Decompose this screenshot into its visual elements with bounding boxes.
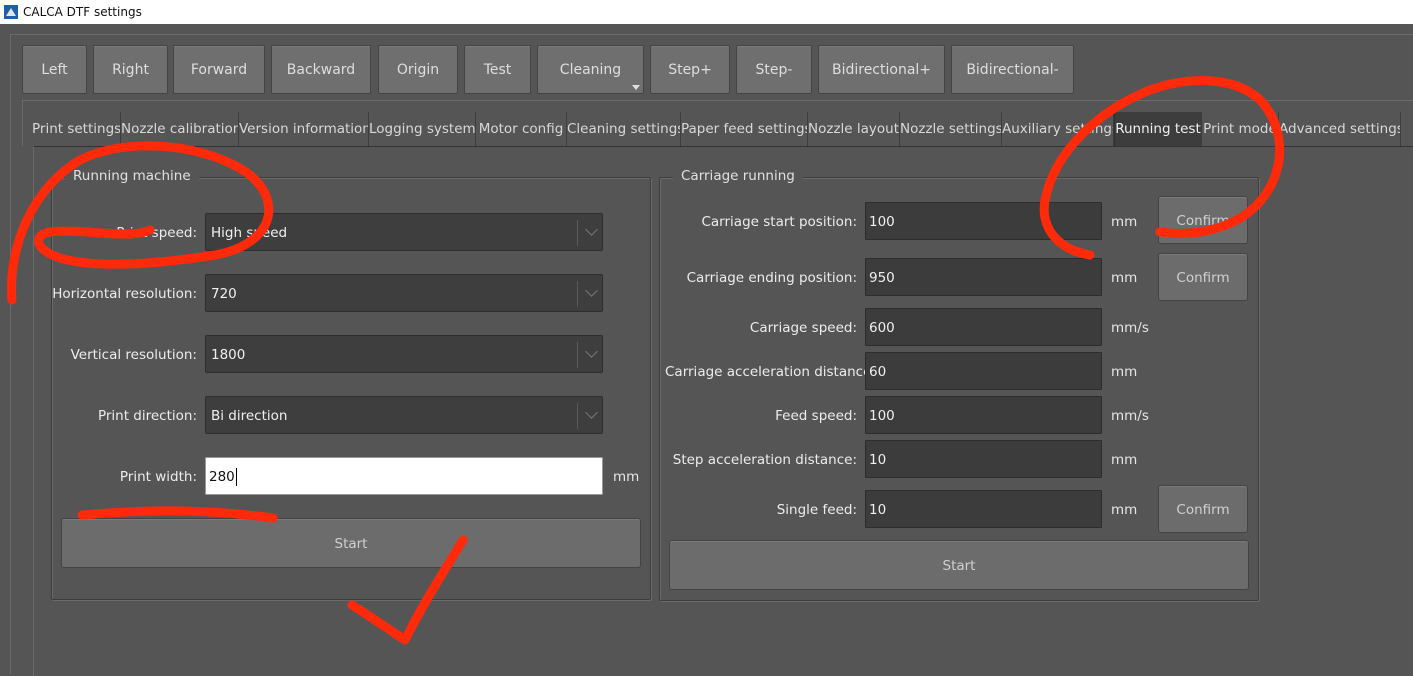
tab-nozzle-settings[interactable]: Nozzle settings <box>900 112 1002 146</box>
carriage-start-confirm-button[interactable]: Confirm <box>1158 196 1248 244</box>
tab-nozzle-layout[interactable]: Nozzle layout <box>808 112 900 146</box>
running-machine-title: Running machine <box>65 168 199 184</box>
vertical-resolution-label: Vertical resolution: <box>70 347 197 363</box>
carriage-speed-label: Carriage speed: <box>749 320 857 336</box>
tab-nozzle-calibration[interactable]: Nozzle calibration <box>121 112 239 146</box>
chevron-down-icon <box>585 223 598 236</box>
print-speed-label: Print speed: <box>116 225 197 241</box>
carriage-ending-confirm-button[interactable]: Confirm <box>1158 253 1248 301</box>
tab-motor-config[interactable]: Motor config <box>476 112 567 146</box>
chevron-down-icon <box>585 345 598 358</box>
text-caret <box>235 468 237 486</box>
backward-button[interactable]: Backward <box>271 45 371 94</box>
carriage-ending-position-input[interactable]: 950 <box>865 258 1102 296</box>
step-minus-button[interactable]: Step- <box>736 45 812 94</box>
vertical-resolution-value: 1800 <box>211 347 246 363</box>
carriage-acceleration-distance-unit: mm <box>1111 364 1138 380</box>
cleaning-button[interactable]: Cleaning <box>537 45 644 94</box>
step-plus-button[interactable]: Step+ <box>650 45 730 94</box>
carriage-speed-unit: mm/s <box>1111 320 1149 336</box>
feed-speed-input[interactable]: 100 <box>865 396 1102 434</box>
left-button[interactable]: Left <box>22 45 87 94</box>
tab-print-mode[interactable]: Print mode <box>1202 112 1279 146</box>
tab-cleaning-settings[interactable]: Cleaning settings <box>567 112 681 146</box>
chevron-down-icon <box>585 406 598 419</box>
print-direction-value: Bi direction <box>211 408 288 424</box>
carriage-acceleration-distance-label: Carriage acceleration distance <box>665 364 872 380</box>
print-width-value: 280 <box>209 469 235 485</box>
forward-button[interactable]: Forward <box>173 45 265 94</box>
single-feed-unit: mm <box>1111 502 1138 518</box>
print-direction-label: Print direction: <box>97 408 197 424</box>
test-button[interactable]: Test <box>464 45 531 94</box>
tab-running-test[interactable]: Running test <box>1114 112 1202 146</box>
combo-separator <box>577 342 578 368</box>
title-bar <box>0 0 1413 24</box>
bidirectional-plus-button[interactable]: Bidirectional+ <box>818 45 945 94</box>
right-button[interactable]: Right <box>93 45 168 94</box>
feed-speed-unit: mm/s <box>1111 408 1149 424</box>
dropdown-arrow-icon[interactable] <box>632 85 640 90</box>
horizontal-resolution-select[interactable]: 720 <box>205 274 603 312</box>
vertical-resolution-select[interactable]: 1800 <box>205 335 603 373</box>
chevron-down-icon <box>585 284 598 297</box>
combo-separator <box>577 281 578 307</box>
tab-paper-feed-settings[interactable]: Paper feed settings <box>681 112 808 146</box>
cleaning-label: Cleaning <box>559 62 622 78</box>
carriage-start-position-unit: mm <box>1111 214 1138 230</box>
carriage-start-position-input[interactable]: 100 <box>865 202 1102 240</box>
step-acceleration-distance-unit: mm <box>1111 452 1138 468</box>
tab-auxiliary-settings[interactable]: Auxiliary settings <box>1002 112 1114 146</box>
carriage-ending-position-label: Carriage ending position: <box>686 270 857 286</box>
feed-speed-label: Feed speed: <box>775 408 857 424</box>
combo-separator <box>577 403 578 429</box>
single-feed-confirm-button[interactable]: Confirm <box>1158 485 1248 533</box>
carriage-acceleration-distance-input[interactable]: 60 <box>865 352 1102 390</box>
tab-advanced-settings[interactable]: Advanced settings <box>1279 112 1401 146</box>
step-acceleration-distance-input[interactable]: 10 <box>865 440 1102 478</box>
single-feed-label: Single feed: <box>776 502 857 518</box>
step-acceleration-distance-label: Step acceleration distance: <box>672 452 857 468</box>
single-feed-input[interactable]: 10 <box>865 490 1102 528</box>
window-title: CALCA DTF settings <box>23 5 142 19</box>
print-width-unit: mm <box>613 469 640 485</box>
horizontal-resolution-label: Horizontal resolution: <box>52 286 197 302</box>
tab-print-settings[interactable]: Print settings <box>32 112 121 146</box>
combo-separator <box>577 220 578 246</box>
horizontal-resolution-value: 720 <box>211 286 237 302</box>
carriage-running-start-button[interactable]: Start <box>669 540 1249 590</box>
tab-logging-system[interactable]: Logging system <box>369 112 476 146</box>
carriage-start-position-label: Carriage start position: <box>701 214 857 230</box>
carriage-ending-position-unit: mm <box>1111 270 1138 286</box>
origin-button[interactable]: Origin <box>378 45 458 94</box>
tab-version-information[interactable]: Version information <box>239 112 369 146</box>
carriage-speed-input[interactable]: 600 <box>865 308 1102 346</box>
bidirectional-minus-button[interactable]: Bidirectional- <box>951 45 1074 94</box>
print-width-label: Print width: <box>119 469 197 485</box>
print-speed-select[interactable]: High speed <box>205 213 603 251</box>
carriage-running-title: Carriage running <box>673 168 803 184</box>
print-speed-value: High speed <box>211 225 288 241</box>
print-direction-select[interactable]: Bi direction <box>205 396 603 434</box>
print-width-input[interactable]: 280 <box>205 457 603 495</box>
running-machine-start-button[interactable]: Start <box>61 518 641 568</box>
app-logo-icon <box>4 5 18 19</box>
